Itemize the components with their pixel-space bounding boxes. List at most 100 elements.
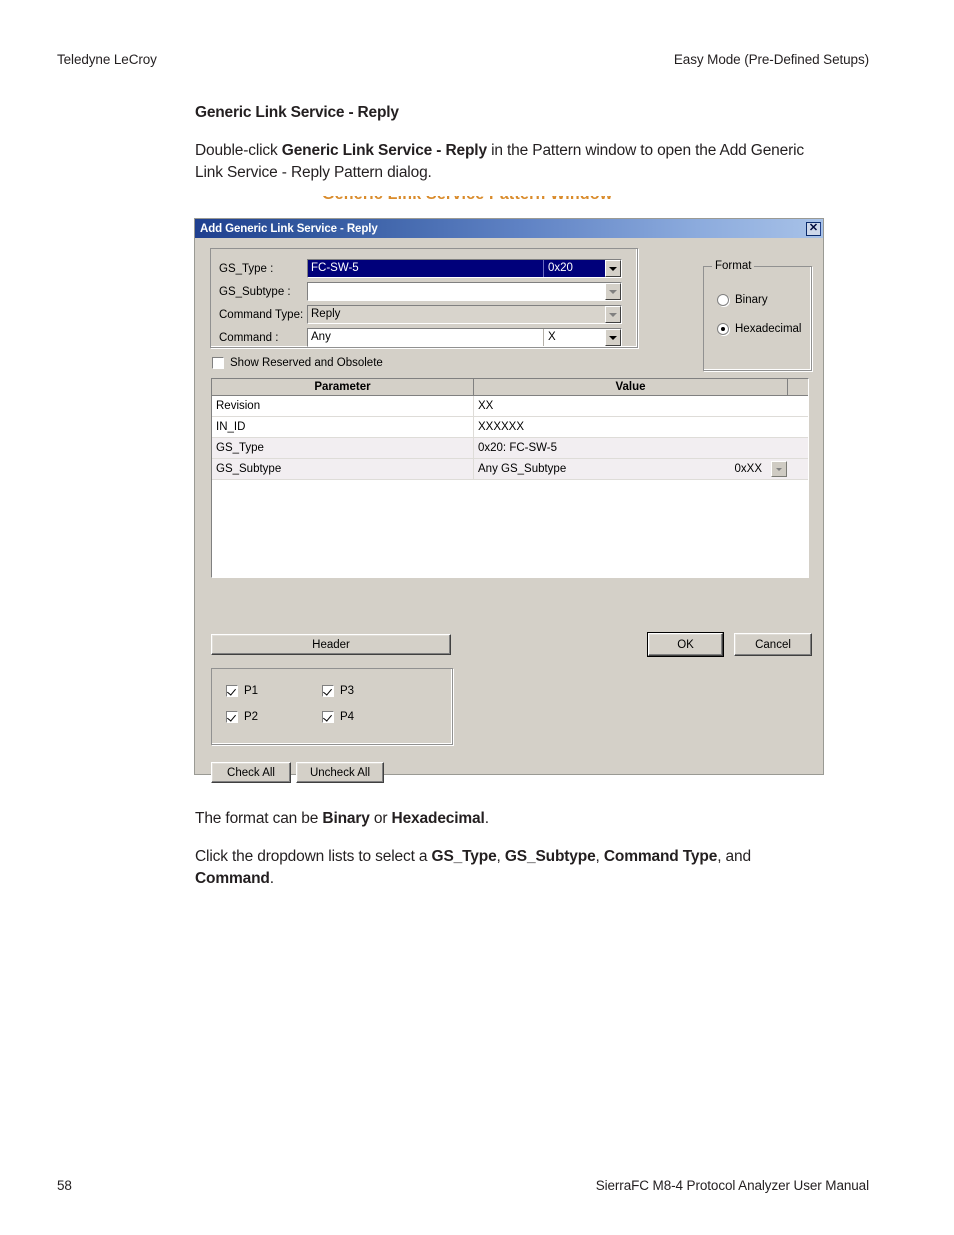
cell-value: XX — [478, 400, 494, 412]
check-all-button[interactable]: Check All — [211, 762, 291, 783]
content-bottom: The format can be Binary or Hexadecimal.… — [195, 808, 830, 906]
radio-hexadecimal-icon[interactable] — [717, 323, 729, 335]
field-panel: GS_Type : FC-SW-5 0x20 GS_Subtype : Comm… — [210, 248, 638, 348]
format-bold2: Hexadecimal — [391, 810, 485, 827]
intro-bold1: Generic Link Service - Reply — [281, 142, 487, 159]
checkbox-p2[interactable]: P2 — [226, 711, 258, 723]
checkbox-p3-label: P3 — [340, 685, 355, 697]
port-selection-groupbox: P1 P2 P3 P4 — [211, 668, 453, 745]
checkbox-p4-icon[interactable] — [322, 711, 334, 723]
gs-type-selection: FC-SW-5 0x20 — [308, 260, 605, 277]
checkbox-p1[interactable]: P1 — [226, 685, 258, 697]
table-row[interactable]: IN_ID XXXXXX — [212, 417, 808, 438]
cell-chevron-down-icon[interactable] — [771, 461, 787, 477]
field-row-command-type: Command Type: Reply — [219, 305, 622, 324]
gs-type-label: GS_Type : — [219, 262, 274, 275]
dropdown-bold3: Command Type — [603, 848, 718, 865]
figure-caption-text: Generic Link Service Pattern Window — [322, 196, 667, 204]
table-row[interactable]: GS_Type 0x20: FC-SW-5 — [212, 438, 808, 459]
gs-type-code: 0x20 — [543, 260, 605, 277]
checkbox-p2-icon[interactable] — [226, 711, 238, 723]
gs-type-chevron-down-icon[interactable] — [605, 260, 621, 277]
command-code: X — [543, 329, 605, 346]
intro-paragraph: Double-click Generic Link Service - Repl… — [195, 140, 830, 184]
checkbox-p2-label: P2 — [244, 711, 259, 723]
cell-parameter: IN_ID — [212, 417, 474, 437]
cell-value: XXXXXX — [478, 421, 525, 433]
checkbox-p1-icon[interactable] — [226, 685, 238, 697]
command-combo[interactable]: Any X — [307, 328, 622, 347]
column-header-parameter[interactable]: Parameter — [212, 379, 474, 395]
column-header-value[interactable]: Value — [474, 379, 788, 395]
command-chevron-down-icon[interactable] — [605, 329, 621, 346]
dropdown-part1: Click the dropdown lists to select a — [195, 848, 432, 865]
command-type-chevron-down-icon[interactable] — [605, 306, 621, 323]
gs-type-combo[interactable]: FC-SW-5 0x20 — [307, 259, 622, 278]
figure-caption-clipped: Generic Link Service Pattern Window — [322, 196, 667, 210]
show-reserved-label: Show Reserved and Obsolete — [230, 357, 383, 369]
format-part1: The format can be — [195, 810, 323, 827]
cell-value: Any GS_Subtype 0xXX — [474, 459, 788, 479]
close-icon[interactable]: ✕ — [806, 221, 821, 236]
show-reserved-checkbox[interactable]: Show Reserved and Obsolete — [212, 357, 383, 369]
checkbox-p3[interactable]: P3 — [322, 685, 354, 697]
format-paragraph: The format can be Binary or Hexadecimal. — [195, 808, 830, 830]
dropdown-bold2: GS_Subtype — [504, 848, 596, 865]
field-row-gs-subtype: GS_Subtype : — [219, 282, 622, 301]
page-title: Generic Link Service - Reply — [195, 104, 399, 121]
dropdown-part3: , — [595, 848, 604, 865]
parameter-table: Parameter Value Revision XX IN_ID XXXXXX… — [211, 378, 809, 578]
command-type-combo[interactable]: Reply — [307, 305, 622, 324]
radio-hexadecimal[interactable]: Hexadecimal — [717, 323, 801, 335]
cancel-button[interactable]: Cancel — [734, 633, 812, 656]
command-label: Command : — [219, 331, 279, 344]
command-type-label: Command Type: — [219, 308, 304, 321]
cell-parameter: Revision — [212, 396, 474, 416]
dropdown-paragraph: Click the dropdown lists to select a GS_… — [195, 846, 830, 890]
cell-value-code: 0xXX — [734, 463, 763, 475]
header-button[interactable]: Header — [211, 634, 451, 655]
field-row-command: Command : Any X — [219, 328, 622, 347]
running-foot-right: SierraFC M8-4 Protocol Analyzer User Man… — [595, 1178, 869, 1193]
dropdown-bold1: GS_Type — [431, 848, 497, 865]
field-row-gs-type: GS_Type : FC-SW-5 0x20 — [219, 259, 622, 278]
gs-type-value: FC-SW-5 — [311, 262, 359, 274]
cell-value: 0x20: FC-SW-5 — [478, 442, 558, 454]
gs-subtype-label: GS_Subtype : — [219, 285, 291, 298]
dropdown-part4: , and — [717, 848, 751, 865]
gs-subtype-chevron-down-icon[interactable] — [605, 283, 621, 300]
table-row[interactable]: Revision XX — [212, 396, 808, 417]
cell-parameter: GS_Subtype — [212, 459, 474, 479]
intro-part1: Double-click — [195, 142, 282, 159]
dropdown-part5: . — [269, 870, 274, 887]
dialog-body: GS_Type : FC-SW-5 0x20 GS_Subtype : Comm… — [195, 238, 823, 783]
format-legend: Format — [712, 260, 755, 272]
dropdown-part2: , — [496, 848, 505, 865]
table-row[interactable]: GS_Subtype Any GS_Subtype 0xXX — [212, 459, 808, 480]
checkbox-p4[interactable]: P4 — [322, 711, 354, 723]
show-reserved-checkbox-icon[interactable] — [212, 357, 224, 369]
format-groupbox: Format Binary Hexadecimal — [703, 260, 812, 371]
add-generic-link-service-reply-dialog: Add Generic Link Service - Reply ✕ GS_Ty… — [194, 218, 824, 783]
dialog-title: Add Generic Link Service - Reply — [200, 222, 378, 235]
ok-button[interactable]: OK — [647, 632, 724, 657]
table-header-row: Parameter Value — [212, 379, 808, 396]
running-head-left: Teledyne LeCroy — [57, 52, 157, 67]
checkbox-p1-label: P1 — [244, 685, 259, 697]
radio-binary-icon[interactable] — [717, 294, 729, 306]
dialog-title-bar: Add Generic Link Service - Reply ✕ — [195, 219, 823, 238]
format-part3: . — [484, 810, 489, 827]
command-type-value: Reply — [311, 308, 341, 320]
format-bold1: Binary — [322, 810, 370, 827]
gs-subtype-combo[interactable] — [307, 282, 622, 301]
running-head-right: Easy Mode (Pre-Defined Setups) — [673, 52, 869, 67]
checkbox-p3-icon[interactable] — [322, 685, 334, 697]
format-part2: or — [369, 810, 392, 827]
cell-value-text: Any GS_Subtype — [478, 463, 567, 475]
uncheck-all-button[interactable]: Uncheck All — [296, 762, 384, 783]
radio-binary[interactable]: Binary — [717, 294, 768, 306]
radio-hexadecimal-label: Hexadecimal — [735, 323, 802, 335]
content-top: Generic Link Service - Reply Double-clic… — [195, 104, 830, 200]
cell-parameter: GS_Type — [212, 438, 474, 458]
radio-binary-label: Binary — [735, 294, 768, 306]
